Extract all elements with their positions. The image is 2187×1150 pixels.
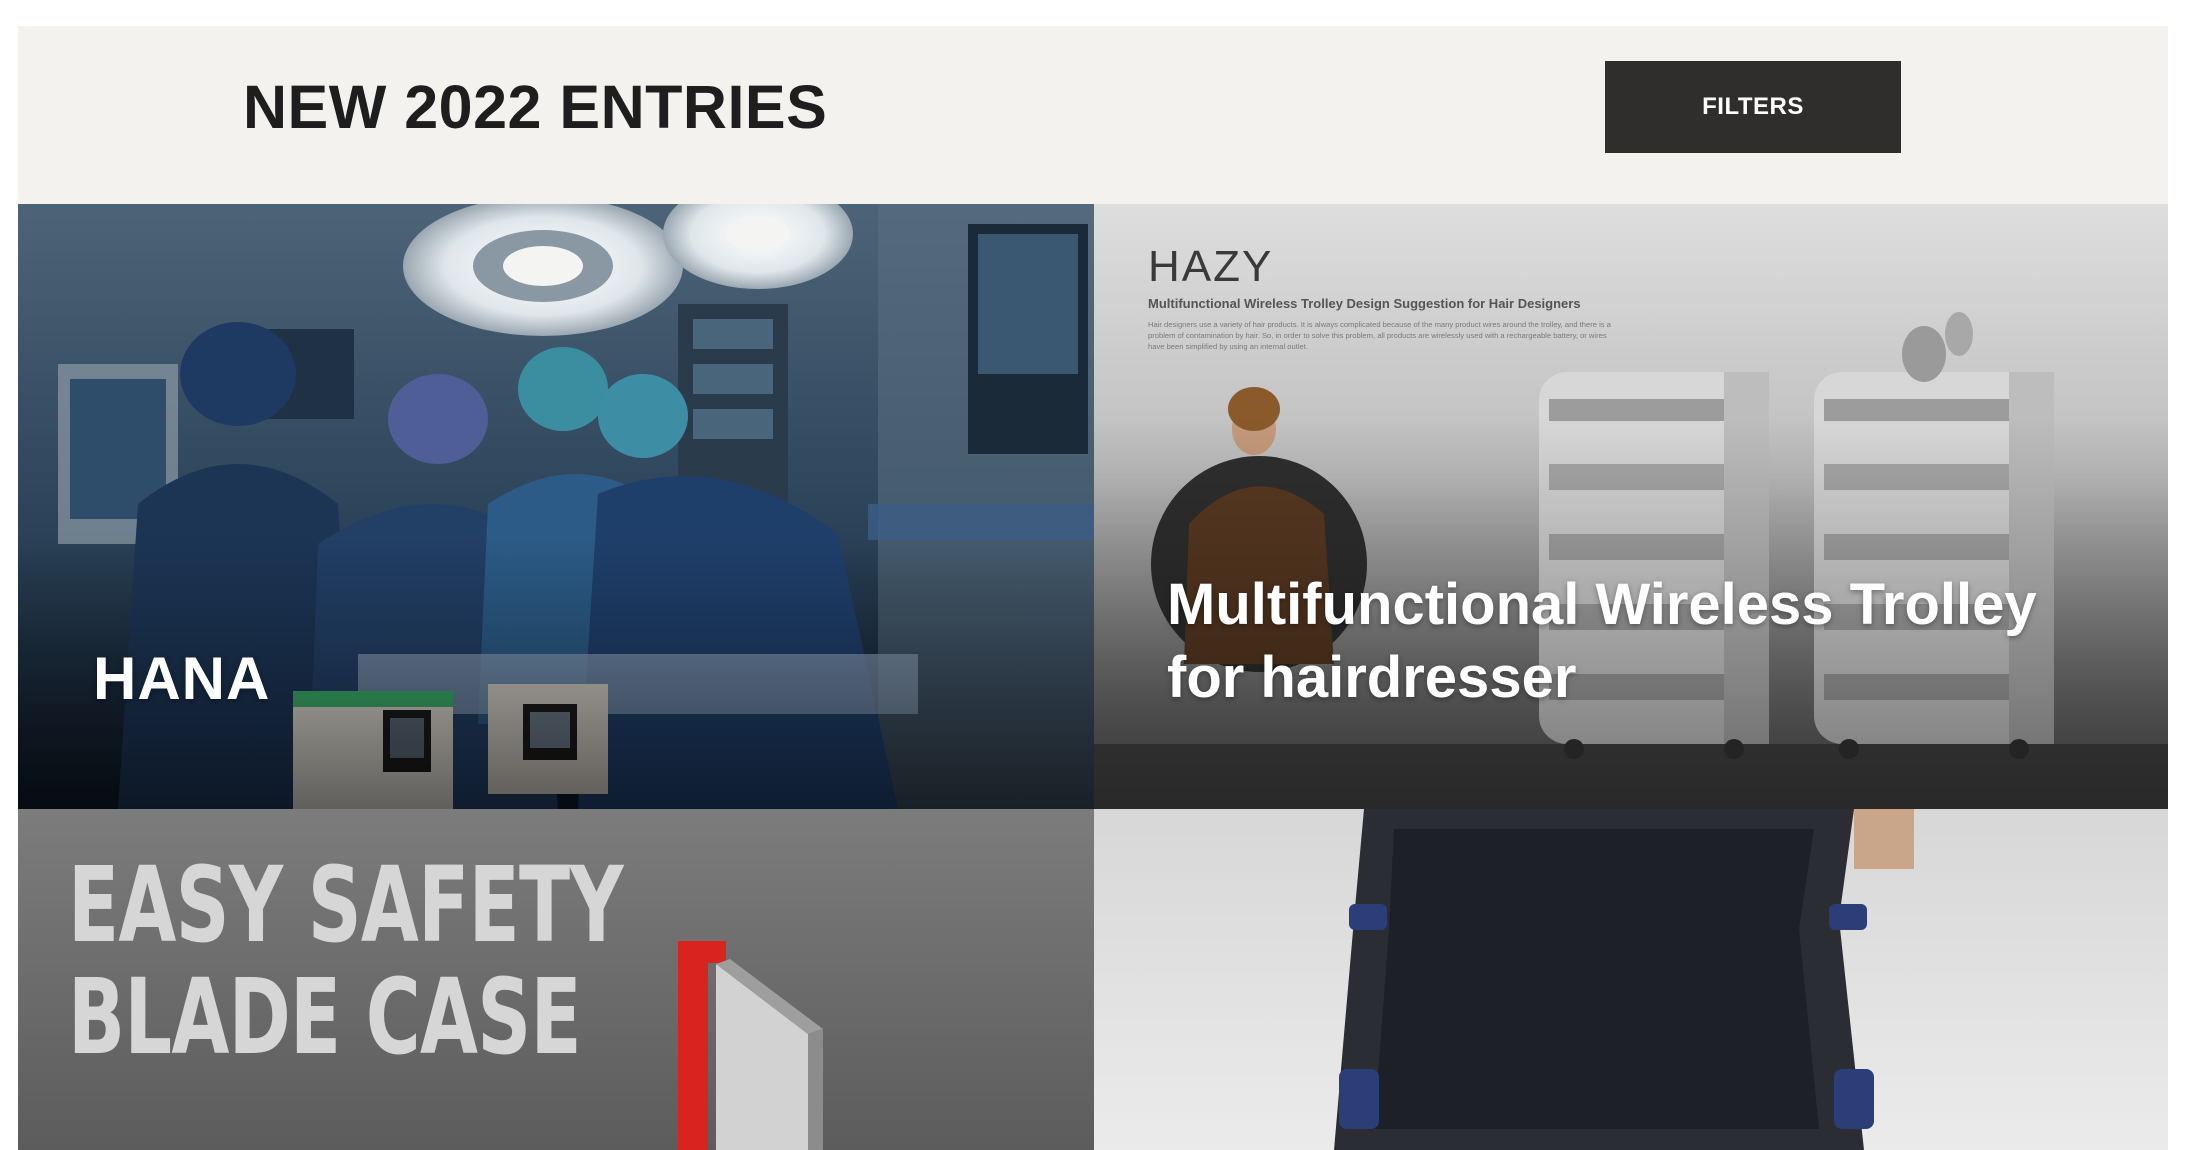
hazy-poster-header: HAZY Multifunctional Wireless Trolley De… — [1148, 242, 1768, 352]
blade-case-title: EASY SAFETY BLADE CASE — [68, 844, 624, 1078]
entry-card-hana[interactable]: HANA — [18, 204, 1094, 809]
page-frame: NEW 2022 ENTRIES FILTERS HANA HAZY Multi… — [18, 26, 2168, 1150]
blade-title-line-2: BLADE CASE — [68, 956, 582, 1078]
entry-card-vest[interactable] — [1094, 809, 2168, 1150]
operating-room-image — [18, 204, 1094, 809]
blade-title-line-1: EASY SAFETY — [68, 844, 624, 966]
poster-subtitle: Multifunctional Wireless Trolley Design … — [1148, 296, 1581, 311]
entry-card-trolley[interactable]: HAZY Multifunctional Wireless Trolley De… — [1094, 204, 2168, 809]
entries-grid: HANA HAZY Multifunctional Wireless Troll… — [18, 204, 2168, 1150]
poster-description: Hair designers use a variety of hair pro… — [1148, 320, 1611, 351]
entry-card-blade-case[interactable]: EASY SAFETY BLADE CASE — [18, 809, 1094, 1150]
page-title: NEW 2022 ENTRIES — [243, 73, 828, 141]
entry-title: Multifunctional Wireless Trolley for hai… — [1167, 572, 2037, 710]
filters-button[interactable]: FILTERS — [1605, 61, 1901, 153]
wearable-vest-image — [1094, 809, 2168, 1150]
entry-title: HANA — [93, 645, 271, 712]
page-header: NEW 2022 ENTRIES FILTERS — [18, 26, 2168, 204]
hazy-logo: HAZY — [1148, 242, 1274, 291]
